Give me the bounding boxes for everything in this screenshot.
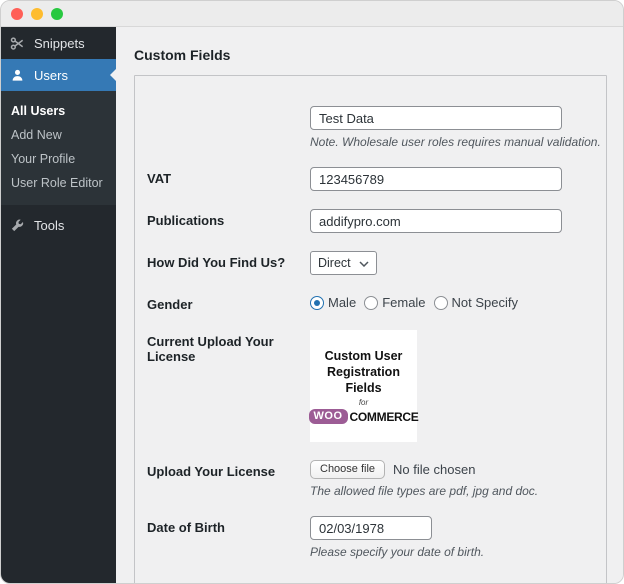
wrench-icon xyxy=(9,217,25,233)
current-license-label: Current Upload Your License xyxy=(147,334,274,364)
sidebar-item-your-profile[interactable]: Your Profile xyxy=(1,147,116,171)
admin-sidebar: Snippets Users All Users Add New Your Pr… xyxy=(1,27,116,583)
radio-icon xyxy=(310,295,324,310)
sidebar-item-tools[interactable]: Tools xyxy=(1,209,116,241)
gender-radio-not-specify[interactable]: Not Specify xyxy=(433,295,519,310)
file-status: No file chosen xyxy=(393,462,476,477)
dob-label: Date of Birth xyxy=(147,520,225,535)
upload-license-label: Upload Your License xyxy=(147,464,276,479)
sidebar-item-label: Users xyxy=(34,67,68,83)
wholesale-row: Note. Wholesale user roles requires manu… xyxy=(147,106,601,149)
sidebar-item-all-users[interactable]: All Users xyxy=(1,99,116,123)
sidebar-item-label: Tools xyxy=(34,217,65,233)
gender-row: Gender Male Female Not Specify xyxy=(147,293,592,312)
how-did-you-find-us-select[interactable]: Direct xyxy=(310,251,377,275)
publications-row: Publications xyxy=(147,209,592,233)
minimize-button[interactable] xyxy=(31,7,43,20)
custom-fields-panel: Note. Wholesale user roles requires manu… xyxy=(134,75,607,583)
source-label: How Did You Find Us? xyxy=(147,255,286,270)
scissors-icon xyxy=(9,35,25,51)
license-image-text: Custom User xyxy=(324,348,403,363)
select-value: Direct xyxy=(318,256,351,270)
upload-license-row: Upload Your License Choose file No file … xyxy=(147,460,592,498)
vat-label: VAT xyxy=(147,171,172,186)
radio-icon xyxy=(364,295,379,310)
radio-label: Not Specify xyxy=(451,295,519,310)
close-button[interactable] xyxy=(11,7,23,20)
dob-input[interactable] xyxy=(310,516,432,540)
main-content: Custom Fields Note. Wholesale user roles… xyxy=(116,27,623,583)
sidebar-item-label: Snippets xyxy=(34,35,85,51)
sidebar-item-snippets[interactable]: Snippets xyxy=(1,27,116,59)
woocommerce-wordmark: COMMERCE xyxy=(349,409,419,424)
zoom-button[interactable] xyxy=(51,7,63,20)
page-title: Custom Fields xyxy=(134,47,231,63)
license-image-for: for xyxy=(358,398,369,408)
gender-radio-male[interactable]: Male xyxy=(310,295,356,310)
publications-input[interactable] xyxy=(310,209,562,233)
wholesale-input[interactable] xyxy=(310,106,562,130)
radio-label: Male xyxy=(328,295,357,310)
chevron-down-icon xyxy=(359,256,369,270)
vat-input[interactable] xyxy=(310,167,562,191)
woo-bubble-icon: WOO xyxy=(308,409,348,425)
sidebar-item-user-role-editor[interactable]: User Role Editor xyxy=(1,171,116,195)
app-window: Snippets Users All Users Add New Your Pr… xyxy=(0,0,624,584)
radio-icon xyxy=(433,295,448,310)
dob-note: Please specify your date of birth. xyxy=(310,545,485,559)
user-icon xyxy=(9,67,25,83)
license-image-text: Registration Fields xyxy=(327,364,400,396)
choose-file-button[interactable]: Choose file xyxy=(310,460,386,479)
dob-row: Date of Birth Please specify your date o… xyxy=(147,516,592,559)
source-row: How Did You Find Us? Direct xyxy=(147,251,592,275)
gender-radio-group: Male Female Not Specify xyxy=(310,293,592,310)
field-label xyxy=(147,106,310,110)
sidebar-item-users[interactable]: Users xyxy=(1,59,116,91)
current-license-row: Current Upload Your License Custom User … xyxy=(147,330,592,442)
radio-label: Female xyxy=(382,295,426,310)
sidebar-item-add-new[interactable]: Add New xyxy=(1,123,116,147)
gender-label: Gender xyxy=(147,297,193,312)
upload-license-note: The allowed file types are pdf, jpg and … xyxy=(310,484,539,498)
license-image: Custom User Registration Fields for WOO … xyxy=(308,330,419,442)
vat-row: VAT xyxy=(147,167,592,191)
users-submenu: All Users Add New Your Profile User Role… xyxy=(1,91,116,205)
traffic-lights xyxy=(11,7,63,20)
woocommerce-logo: WOO COMMERCE xyxy=(308,409,419,425)
titlebar xyxy=(1,1,623,27)
wholesale-note: Note. Wholesale user roles requires manu… xyxy=(310,135,601,149)
publications-label: Publications xyxy=(147,213,225,228)
gender-radio-female[interactable]: Female xyxy=(364,295,426,310)
